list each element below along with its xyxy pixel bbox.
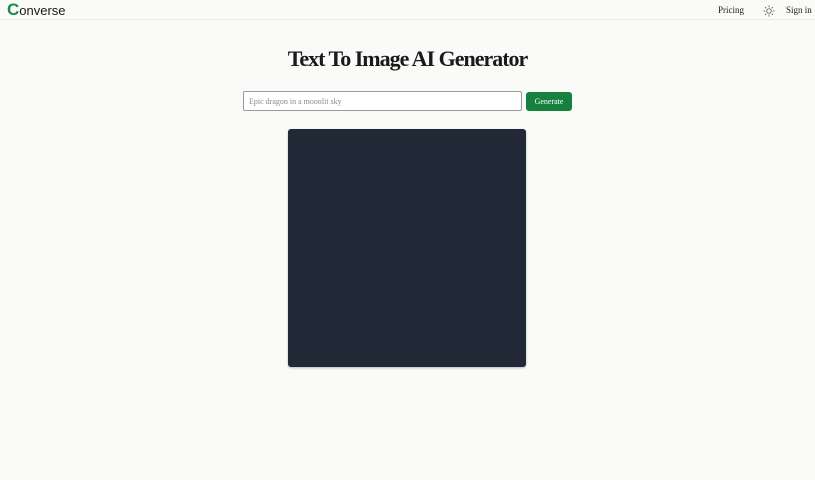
logo-text: onverse: [19, 3, 66, 18]
generated-image-placeholder: [288, 129, 526, 367]
top-navbar: Converse Pricing Sign in: [0, 0, 815, 20]
pricing-link[interactable]: Pricing: [718, 4, 744, 16]
signin-link[interactable]: Sign in: [786, 4, 812, 16]
logo[interactable]: Converse: [7, 1, 66, 19]
sun-icon: [763, 5, 775, 17]
theme-toggle-button[interactable]: [763, 4, 775, 17]
logo-initial: C: [7, 0, 20, 19]
prompt-input[interactable]: [243, 91, 522, 111]
generate-button[interactable]: Generate: [526, 92, 572, 111]
page-title: Text To Image AI Generator: [287, 46, 529, 71]
